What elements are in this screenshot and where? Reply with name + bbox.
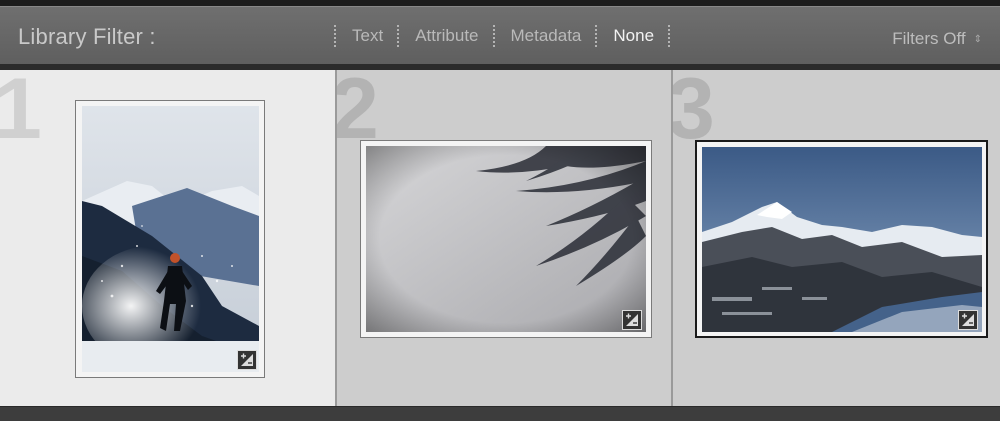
tab-separator [334,25,338,47]
tab-attribute[interactable]: Attribute [409,26,484,46]
tab-none[interactable]: None [607,26,660,46]
filter-preset-dropdown[interactable]: Filters Off ⇕ [892,29,982,49]
filter-bar-title: Library Filter : [18,24,156,49]
thumbnail-image[interactable] [82,106,259,372]
tab-separator [397,25,401,47]
thumbnail-image[interactable] [702,147,982,332]
tab-separator [595,25,599,47]
tab-separator [492,25,497,47]
tab-text[interactable]: Text [346,26,389,46]
grid-bottom-bar [0,406,1000,421]
cell-index: 1 [0,70,42,152]
develop-adjusted-icon[interactable] [958,310,978,330]
library-filter-bar: Library Filter : Text Attribute Metadata… [0,6,1000,64]
develop-adjusted-icon[interactable] [237,350,257,370]
grid-cell[interactable]: 3 [673,70,1000,406]
tab-separator [668,25,672,47]
grid-cell[interactable]: 1 [0,70,337,406]
tab-metadata[interactable]: Metadata [505,26,588,46]
thumbnail-image[interactable] [366,146,646,332]
thumbnail-grid: 1 [0,70,1000,406]
grid-cell[interactable]: 2 [337,70,673,406]
filter-tabs: Text Attribute Metadata None [326,23,680,49]
filter-preset-label: Filters Off [892,29,966,48]
chevron-updown-icon: ⇕ [973,33,982,45]
develop-adjusted-icon[interactable] [622,310,642,330]
